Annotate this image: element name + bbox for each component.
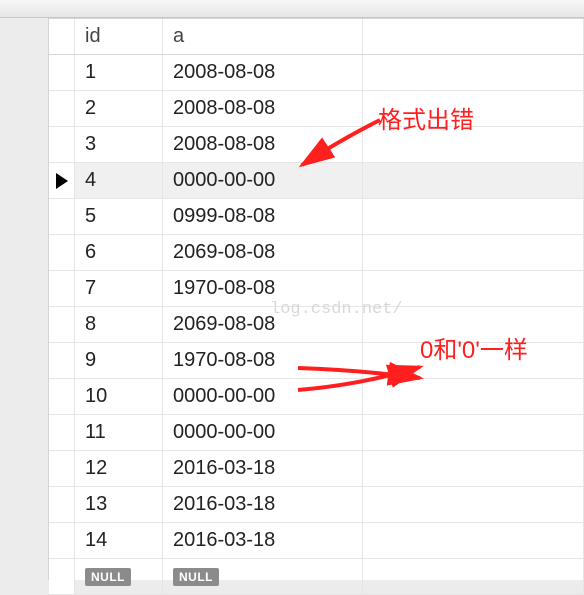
cell-a[interactable]: 0999-08-08 [163,199,363,234]
row-gutter [49,91,75,126]
table-row[interactable]: 10 0000-00-00 [49,379,584,415]
null-badge: NULL [85,568,131,586]
row-gutter [49,343,75,378]
row-gutter [49,379,75,414]
cell-a[interactable]: 0000-00-00 [163,379,363,414]
cell-a[interactable]: 0000-00-00 [163,415,363,450]
cell-empty [363,559,584,594]
header-row: id a [49,19,584,55]
cell-empty [363,343,584,378]
row-gutter [49,271,75,306]
cell-empty [363,235,584,270]
cell-a[interactable]: 2016-03-18 [163,451,363,486]
cell-id[interactable]: 8 [75,307,163,342]
column-header-empty [363,19,584,54]
table-row[interactable]: 8 2069-08-08 [49,307,584,343]
cell-empty [363,91,584,126]
cell-empty [363,307,584,342]
cell-a[interactable]: 2008-08-08 [163,55,363,90]
table-row[interactable]: 9 1970-08-08 [49,343,584,379]
cell-id[interactable]: 3 [75,127,163,162]
cell-a[interactable]: 2016-03-18 [163,487,363,522]
gutter-header [49,19,75,54]
table-row[interactable]: 1 2008-08-08 [49,55,584,91]
table-row[interactable]: 11 0000-00-00 [49,415,584,451]
current-row-indicator-icon [56,173,68,189]
cell-empty [363,163,584,198]
row-gutter [49,307,75,342]
column-header-a[interactable]: a [163,19,363,54]
row-gutter [49,55,75,90]
cell-id[interactable]: 7 [75,271,163,306]
cell-id[interactable]: 1 [75,55,163,90]
cell-a[interactable]: 1970-08-08 [163,271,363,306]
row-gutter [49,163,75,198]
cell-id[interactable]: 9 [75,343,163,378]
cell-a[interactable]: 1970-08-08 [163,343,363,378]
cell-a[interactable]: 2008-08-08 [163,91,363,126]
table-row[interactable]: 2 2008-08-08 [49,91,584,127]
cell-empty [363,55,584,90]
table-row[interactable]: 5 0999-08-08 [49,199,584,235]
row-gutter [49,127,75,162]
table-row[interactable]: 13 2016-03-18 [49,487,584,523]
cell-id[interactable]: 11 [75,415,163,450]
cell-id[interactable]: 10 [75,379,163,414]
row-gutter [49,559,75,594]
row-gutter [49,523,75,558]
column-header-id[interactable]: id [75,19,163,54]
cell-a[interactable]: 2069-08-08 [163,235,363,270]
table-row[interactable]: 12 2016-03-18 [49,451,584,487]
cell-id[interactable]: 12 [75,451,163,486]
table-row[interactable]: 3 2008-08-08 [49,127,584,163]
cell-empty [363,379,584,414]
cell-empty [363,451,584,486]
cell-id-null[interactable]: NULL [75,559,163,594]
row-gutter [49,451,75,486]
cell-id[interactable]: 2 [75,91,163,126]
cell-id[interactable]: 14 [75,523,163,558]
top-toolbar [0,0,584,18]
null-badge: NULL [173,568,219,586]
cell-a[interactable]: 2016-03-18 [163,523,363,558]
cell-id[interactable]: 5 [75,199,163,234]
data-grid-container: id a 1 2008-08-08 2 2008-08-08 3 2008-08… [48,18,584,580]
cell-empty [363,487,584,522]
row-gutter [49,415,75,450]
cell-empty [363,271,584,306]
cell-a[interactable]: 2008-08-08 [163,127,363,162]
row-gutter [49,487,75,522]
cell-empty [363,199,584,234]
cell-id[interactable]: 4 [75,163,163,198]
null-row[interactable]: NULL NULL [49,559,584,595]
table-row[interactable]: 7 1970-08-08 [49,271,584,307]
cell-empty [363,127,584,162]
cell-id[interactable]: 13 [75,487,163,522]
row-gutter [49,199,75,234]
cell-empty [363,415,584,450]
cell-id[interactable]: 6 [75,235,163,270]
table-row[interactable]: 4 0000-00-00 [49,163,584,199]
table-row[interactable]: 14 2016-03-18 [49,523,584,559]
row-gutter [49,235,75,270]
cell-empty [363,523,584,558]
data-grid[interactable]: id a 1 2008-08-08 2 2008-08-08 3 2008-08… [49,19,584,595]
cell-a[interactable]: 2069-08-08 [163,307,363,342]
table-row[interactable]: 6 2069-08-08 [49,235,584,271]
cell-a-null[interactable]: NULL [163,559,363,594]
cell-a[interactable]: 0000-00-00 [163,163,363,198]
